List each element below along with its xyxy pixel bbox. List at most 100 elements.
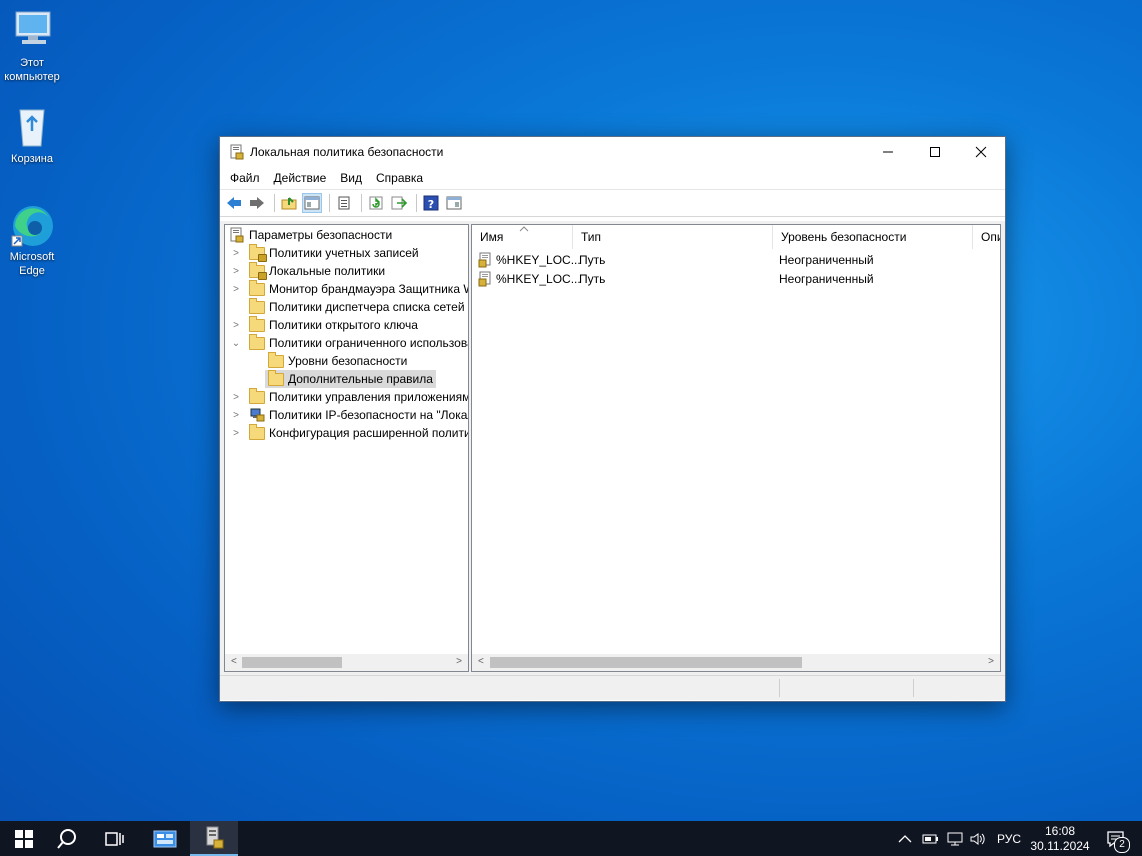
chevron-right-icon[interactable]: > (231, 248, 241, 259)
show-hide-tree-button[interactable] (302, 193, 322, 213)
tree-item-firewall-monitor[interactable]: > Монитор брандмауэра Защитника Windows … (231, 279, 468, 298)
chevron-right-icon[interactable]: > (231, 428, 241, 439)
column-header-security-level[interactable]: Уровень безопасности (773, 225, 973, 249)
tree-root-security-settings[interactable]: Параметры безопасности (229, 226, 392, 244)
ip-security-icon (250, 408, 265, 422)
column-header-description[interactable]: Описание (973, 225, 1000, 249)
close-button[interactable] (958, 137, 1004, 167)
start-button[interactable] (0, 821, 48, 856)
tree-item-application-control-policies[interactable]: > Политики управления приложениями (231, 387, 468, 406)
minimize-button[interactable] (865, 137, 911, 167)
taskbar-app-security-policy[interactable] (190, 821, 238, 856)
scroll-left-icon[interactable]: < (478, 656, 484, 667)
tree-item-account-policies[interactable]: > Политики учетных записей (231, 243, 419, 262)
up-one-level-button[interactable] (279, 193, 299, 213)
tree-item-advanced-audit-policy[interactable]: > Конфигурация расширенной политики ауди… (231, 423, 468, 442)
network-icon (947, 832, 963, 845)
export-list-button[interactable] (389, 193, 409, 213)
show-hidden-icons-button[interactable] (898, 821, 912, 856)
refresh-icon (369, 196, 383, 210)
tree-item-public-key-policies[interactable]: > Политики открытого ключа (231, 315, 418, 334)
chevron-right-icon[interactable]: > (231, 266, 241, 277)
list-row[interactable]: %HKEY_LOC... Путь Неограниченный (472, 270, 1000, 288)
tree-horizontal-scrollbar[interactable]: < > (225, 654, 468, 671)
refresh-button[interactable] (366, 193, 386, 213)
task-view-button[interactable] (90, 821, 138, 856)
taskbar-app-server-manager[interactable] (141, 821, 189, 856)
console-content: Параметры безопасности > Политики учетны… (220, 221, 1005, 675)
tree-item-label: Дополнительные правила (288, 372, 433, 386)
search-icon (57, 828, 76, 849)
recycle-bin-icon (8, 104, 56, 150)
tree-item-label: Политики открытого ключа (269, 318, 418, 332)
title-bar[interactable]: Локальная политика безопасности (220, 137, 1005, 167)
tree-item-additional-rules[interactable]: Дополнительные правила (265, 369, 436, 388)
console-view-button[interactable] (444, 193, 464, 213)
properties-button[interactable] (334, 193, 354, 213)
cell-name: %HKEY_LOC... (496, 272, 581, 286)
scroll-left-icon[interactable]: < (231, 656, 237, 667)
tree-item-ip-security-policies[interactable]: > Политики IP-безопасности на "Локальный… (231, 406, 468, 424)
security-settings-icon (230, 227, 244, 243)
column-header-type[interactable]: Тип (573, 225, 773, 249)
column-header-label: Уровень безопасности (781, 230, 907, 244)
tree-item-network-list-policies[interactable]: Политики диспетчера списка сетей (231, 297, 465, 316)
back-button[interactable] (224, 193, 244, 213)
status-bar (220, 675, 1005, 700)
folder-icon (249, 333, 265, 350)
tree-item-label: Параметры безопасности (249, 228, 393, 242)
column-header-label: Описание (981, 230, 1000, 244)
chevron-up-icon (898, 834, 912, 842)
edge-icon (8, 202, 56, 248)
computer-icon (8, 8, 56, 54)
notification-count-badge: 2 (1114, 837, 1130, 853)
tree-item-local-policies[interactable]: > Локальные политики (231, 261, 385, 280)
search-button[interactable] (43, 821, 91, 856)
scroll-right-icon[interactable]: > (988, 656, 994, 667)
scrollbar-thumb[interactable] (490, 657, 802, 668)
chevron-right-icon[interactable]: > (231, 284, 241, 295)
menu-help[interactable]: Справка (370, 171, 429, 185)
tree-item-security-levels[interactable]: Уровни безопасности (268, 351, 407, 370)
desktop-icon-edge[interactable]: Microsoft Edge (0, 202, 64, 278)
list-pane[interactable]: Имя Тип Уровень безопасности Описание %H… (471, 224, 1001, 672)
desktop-icon-this-pc[interactable]: Этот компьютер (0, 8, 64, 84)
forward-button[interactable] (247, 193, 267, 213)
menu-bar: Файл Действие Вид Справка (220, 167, 1005, 190)
list-horizontal-scrollbar[interactable]: < > (472, 654, 1000, 671)
battery-icon (922, 834, 938, 843)
toolbar-separator (361, 194, 362, 212)
clock[interactable]: 16:08 30.11.2024 (1030, 821, 1090, 856)
menu-file[interactable]: Файл (224, 171, 266, 185)
chevron-right-icon[interactable]: > (231, 410, 241, 421)
tree-pane[interactable]: Параметры безопасности > Политики учетны… (224, 224, 469, 672)
chevron-down-icon[interactable]: ⌄ (231, 338, 241, 349)
chevron-right-icon[interactable]: > (231, 320, 241, 331)
action-center-button[interactable]: 2 (1100, 821, 1132, 856)
security-policy-app-icon (206, 826, 224, 848)
column-header-name[interactable]: Имя (472, 225, 573, 249)
desktop-icon-recycle-bin[interactable]: Корзина (0, 104, 64, 166)
volume-tray-button[interactable] (969, 821, 987, 856)
menu-action[interactable]: Действие (268, 171, 333, 185)
folder-icon (268, 351, 284, 368)
help-button[interactable]: ? (421, 193, 441, 213)
list-row[interactable]: %HKEY_LOC... Путь Неограниченный (472, 251, 1000, 269)
clock-date: 30.11.2024 (1030, 838, 1090, 853)
input-language-indicator[interactable]: РУС (997, 821, 1021, 856)
window-title: Локальная политика безопасности (250, 145, 444, 159)
tree-item-label: Конфигурация расширенной политики аудита (269, 426, 468, 440)
scrollbar-thumb[interactable] (242, 657, 342, 668)
chevron-right-icon[interactable]: > (231, 392, 241, 403)
network-tray-button[interactable] (946, 821, 964, 856)
tree-item-label: Монитор брандмауэра Защитника Windows в … (269, 282, 468, 296)
scroll-right-icon[interactable]: > (456, 656, 462, 667)
tree-item-software-restriction-policies[interactable]: ⌄ Политики ограниченного использования п… (231, 333, 468, 352)
column-header-label: Тип (581, 230, 602, 244)
menu-view[interactable]: Вид (334, 171, 368, 185)
windows-logo-icon (15, 829, 33, 848)
maximize-button[interactable] (912, 137, 958, 167)
up-folder-icon (281, 197, 297, 210)
status-divider (913, 679, 914, 697)
battery-tray-button[interactable] (922, 821, 940, 856)
